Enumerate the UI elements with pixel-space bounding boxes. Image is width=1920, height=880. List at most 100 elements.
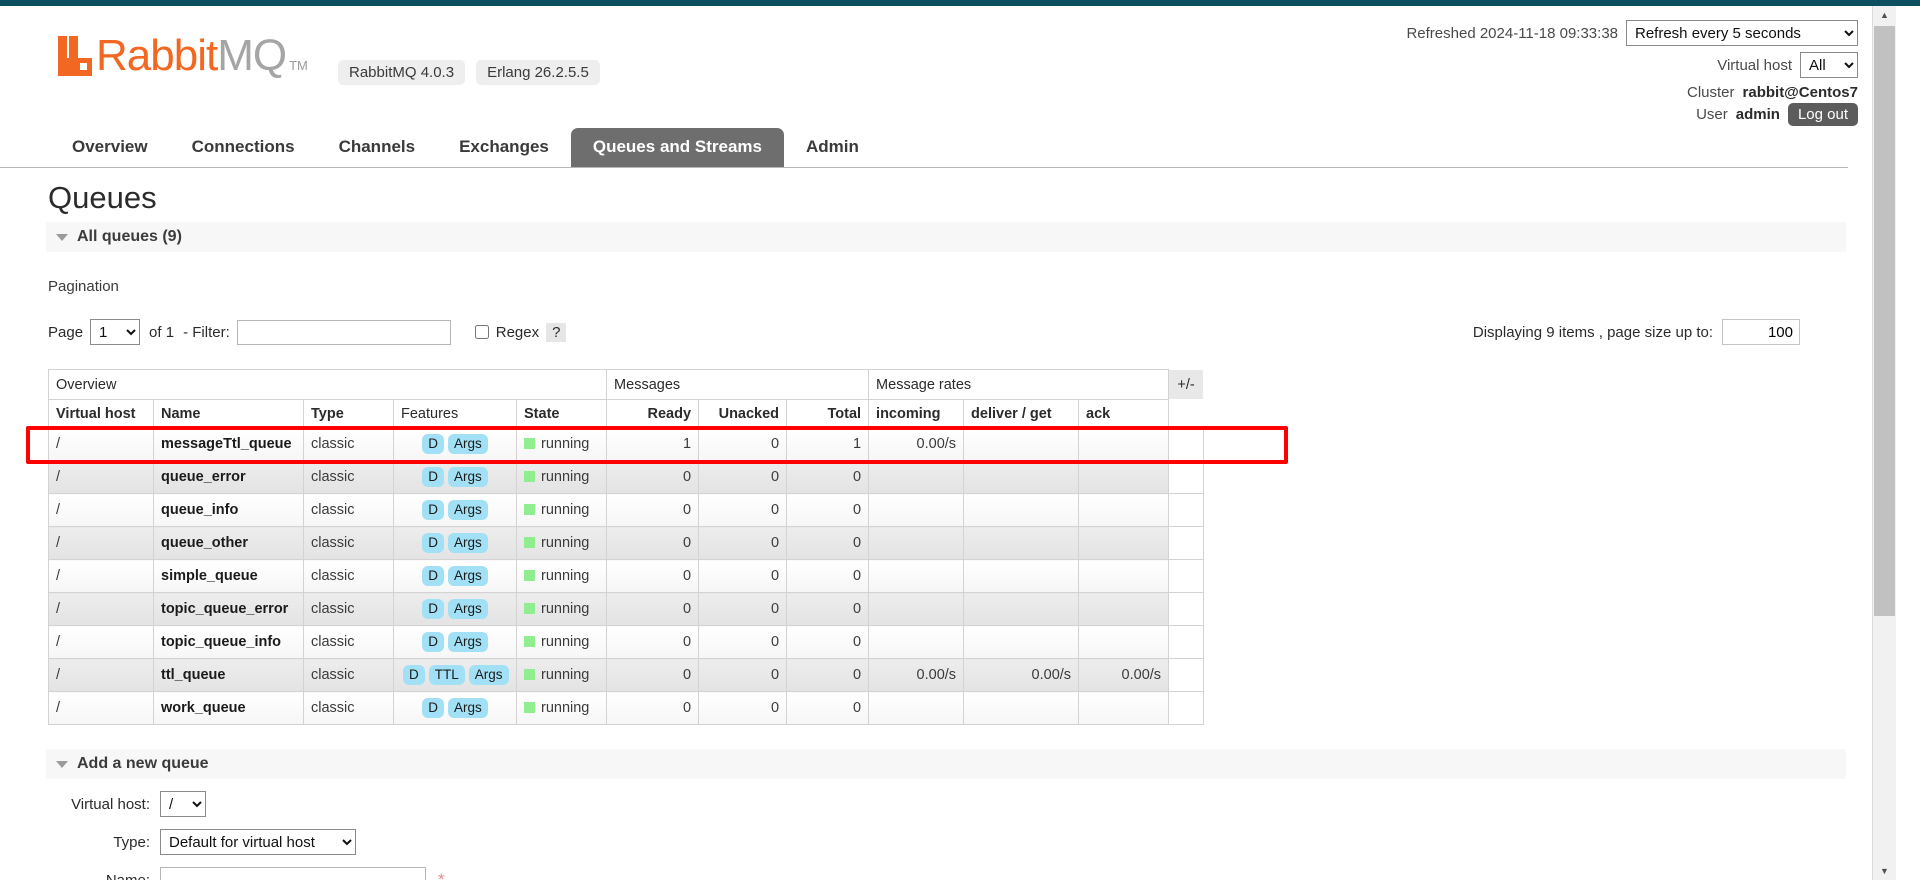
queues-table-body: / messageTtl_queue classic D Args running 1 0 1 0… xyxy=(48,427,1205,725)
group-header-overview: Overview xyxy=(47,369,608,400)
col-ready[interactable]: Ready xyxy=(606,399,700,428)
tab-admin[interactable]: Admin xyxy=(784,128,881,167)
scrollbar-thumb[interactable] xyxy=(1874,26,1895,616)
app-root: RabbitMQ TM RabbitMQ 4.0.3 Erlang 26.2.5… xyxy=(0,6,1896,880)
table-row[interactable]: / messageTtl_queue classic D Args running 1 0 1 0… xyxy=(48,427,1205,461)
cell-type: classic xyxy=(303,592,394,626)
toggle-columns-button[interactable]: +/- xyxy=(1168,369,1205,400)
cell-features: D Args xyxy=(393,526,517,560)
scroll-up-arrow-icon[interactable]: ▲ xyxy=(1873,6,1896,24)
table-row[interactable]: / ttl_queue classic D TTL Args running 0 0 0 0.00/… xyxy=(48,658,1205,692)
cell-state: running xyxy=(515,493,608,527)
refresh-interval-select[interactable]: Refresh every 5 seconds xyxy=(1626,20,1858,46)
cell-total: 0 xyxy=(786,625,870,659)
cell-spacer xyxy=(1168,427,1205,461)
state-label: running xyxy=(541,535,590,551)
main-content: Queues All queues (9) Pagination Page 1 … xyxy=(0,168,1848,880)
table-row[interactable]: / work_queue classic D Args running 0 0 0 xyxy=(48,691,1205,725)
badge-rabbitmq-version: RabbitMQ 4.0.3 xyxy=(338,60,466,85)
cell-features: D Args xyxy=(393,493,517,527)
col-deliver-get[interactable]: deliver / get xyxy=(963,399,1080,428)
cell-queue-name[interactable]: topic_queue_error xyxy=(153,592,304,626)
col-state[interactable]: State xyxy=(515,399,608,428)
state-indicator-icon xyxy=(524,504,535,515)
col-name[interactable]: Name xyxy=(153,399,304,428)
tab-exchanges[interactable]: Exchanges xyxy=(437,128,571,167)
cell-spacer xyxy=(1168,625,1205,659)
regex-checkbox[interactable] xyxy=(474,325,489,339)
tab-overview[interactable]: Overview xyxy=(50,128,170,167)
logout-button[interactable]: Log out xyxy=(1787,103,1858,126)
cell-incoming xyxy=(868,526,965,560)
displaying-text: Displaying 9 items , page size up to: xyxy=(1472,323,1713,341)
table-row[interactable]: / queue_info classic D Args running 0 0 0 xyxy=(48,493,1205,527)
col-unacked[interactable]: Unacked xyxy=(698,399,788,428)
state-indicator-icon xyxy=(524,471,535,482)
version-badges: RabbitMQ 4.0.3 Erlang 26.2.5.5 xyxy=(338,60,600,85)
cell-type: classic xyxy=(303,691,394,725)
cell-queue-name[interactable]: simple_queue xyxy=(153,559,304,593)
table-row[interactable]: / topic_queue_error classic D Args running 0 0 0 xyxy=(48,592,1205,626)
add-new-queue-section: Add a new queue Virtual host: / Type: De… xyxy=(46,749,1846,880)
refresh-row: Refreshed 2024-11-18 09:33:38 Refresh ev… xyxy=(1406,20,1858,46)
cell-state: running xyxy=(515,625,608,659)
cell-queue-name[interactable]: work_queue xyxy=(153,691,304,725)
feature-badge-d: D xyxy=(422,566,444,586)
scroll-down-arrow-icon[interactable]: ▼ xyxy=(1873,862,1896,880)
table-row[interactable]: / topic_queue_info classic D Args running 0 0 0 xyxy=(48,625,1205,659)
rabbitmq-logo[interactable]: RabbitMQ TM xyxy=(58,34,308,78)
cell-queue-name[interactable]: topic_queue_info xyxy=(153,625,304,659)
cell-virtual-host: / xyxy=(48,691,154,725)
table-row[interactable]: / queue_error classic D Args running 0 0 0 xyxy=(48,460,1205,494)
col-ack[interactable]: ack xyxy=(1078,399,1170,428)
tab-channels[interactable]: Channels xyxy=(317,128,438,167)
cell-type: classic xyxy=(303,493,394,527)
cluster-row: Cluster rabbit@Centos7 xyxy=(1406,84,1858,101)
cell-queue-name[interactable]: queue_other xyxy=(153,526,304,560)
new-queue-type-select[interactable]: Default for virtual host xyxy=(160,829,356,855)
cell-queue-name[interactable]: messageTtl_queue xyxy=(153,427,304,461)
filter-label: - Filter: xyxy=(183,323,230,341)
cell-queue-name[interactable]: queue_error xyxy=(153,460,304,494)
page-number-select[interactable]: 1 xyxy=(90,319,141,345)
cell-incoming: 0.00/s xyxy=(868,427,965,461)
cell-queue-name[interactable]: ttl_queue xyxy=(153,658,304,692)
tab-connections[interactable]: Connections xyxy=(170,128,317,167)
filter-input[interactable] xyxy=(236,319,451,345)
cell-ready: 0 xyxy=(606,559,700,593)
col-type[interactable]: Type xyxy=(303,399,394,428)
new-queue-name-input[interactable] xyxy=(160,867,426,880)
cell-ack xyxy=(1078,559,1170,593)
cell-unacked: 0 xyxy=(698,427,788,461)
col-total[interactable]: Total xyxy=(786,399,870,428)
tab-queues-and-streams[interactable]: Queues and Streams xyxy=(570,128,784,167)
new-queue-vhost-select[interactable]: / xyxy=(160,791,206,817)
header-right-panel: Refreshed 2024-11-18 09:33:38 Refresh ev… xyxy=(1406,20,1858,132)
feature-badge-d: D xyxy=(403,665,425,685)
cell-ack xyxy=(1078,427,1170,461)
table-row[interactable]: / simple_queue classic D Args running 0 0 0 xyxy=(48,559,1205,593)
page-of-text: of 1 xyxy=(149,323,175,341)
cell-deliver-get xyxy=(963,625,1080,659)
vertical-scrollbar[interactable]: ▲ ▼ xyxy=(1872,6,1896,880)
cell-incoming xyxy=(868,691,965,725)
all-queues-label: All queues (9) xyxy=(77,228,182,245)
all-queues-section-header[interactable]: All queues (9) xyxy=(46,222,1846,252)
table-row[interactable]: / queue_other classic D Args running 0 0 0 xyxy=(48,526,1205,560)
col-incoming[interactable]: incoming xyxy=(868,399,965,428)
page-size-input[interactable] xyxy=(1722,319,1800,345)
regex-help-icon[interactable]: ? xyxy=(546,322,567,342)
cell-features: D Args xyxy=(393,592,517,626)
state-label: running xyxy=(541,667,590,683)
add-new-queue-header[interactable]: Add a new queue xyxy=(46,749,1846,779)
cell-virtual-host: / xyxy=(48,493,154,527)
vhost-select[interactable]: All xyxy=(1800,52,1858,78)
col-virtual-host[interactable]: Virtual host xyxy=(48,399,154,428)
cell-type: classic xyxy=(303,658,394,692)
cell-queue-name[interactable]: queue_info xyxy=(153,493,304,527)
logo-trademark: TM xyxy=(289,58,308,73)
feature-badge-args: Args xyxy=(447,632,488,652)
cell-ack xyxy=(1078,493,1170,527)
cell-state: running xyxy=(515,559,608,593)
cell-features: D Args xyxy=(393,460,517,494)
